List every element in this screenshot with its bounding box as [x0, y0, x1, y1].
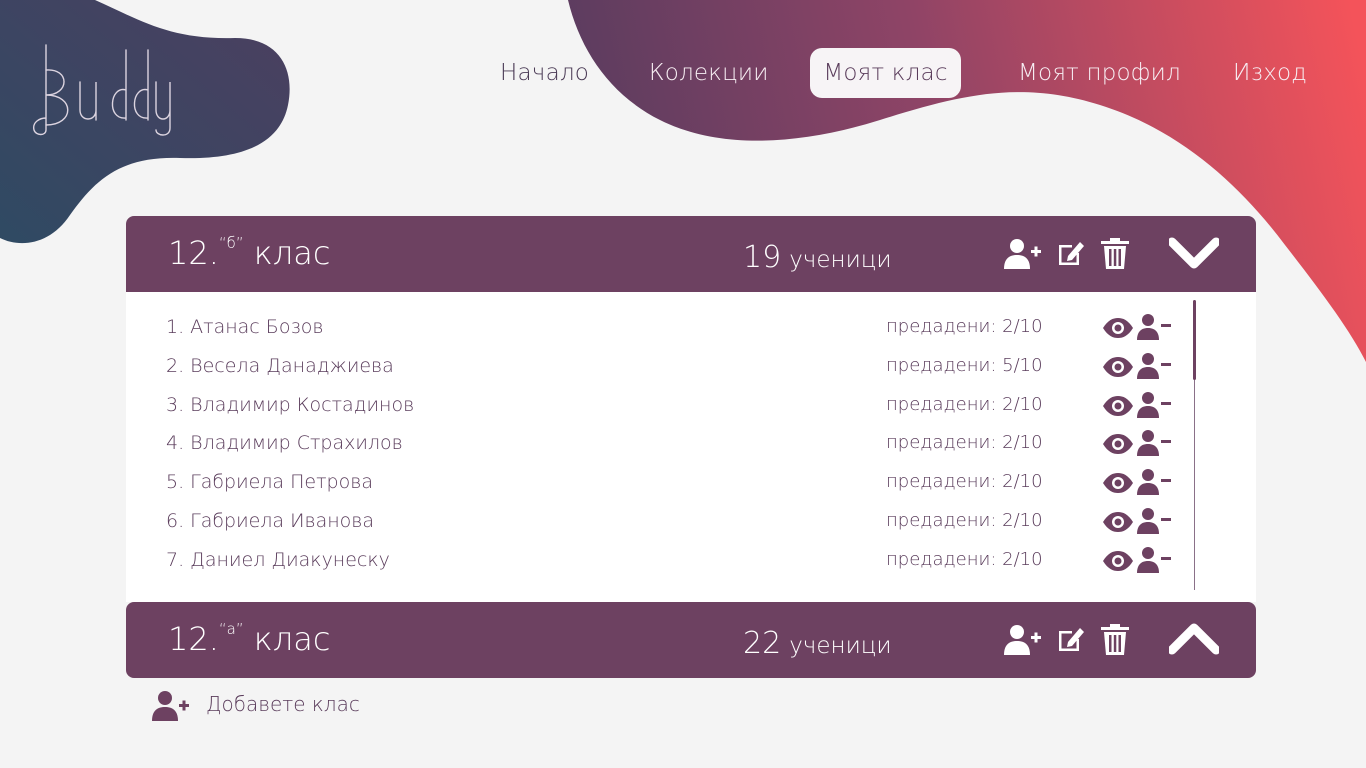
- eye-icon[interactable]: [1102, 317, 1134, 343]
- student-submitted: предадени: 2/10: [886, 432, 1043, 454]
- nav-exit[interactable]: Изход: [1233, 48, 1307, 98]
- student-count-number: 22: [743, 626, 782, 661]
- student-submitted: предадени: 2/10: [886, 316, 1043, 337]
- class-title-prefix: 12.: [168, 620, 219, 658]
- nav-home[interactable]: Начало: [500, 48, 589, 98]
- student-row: 4. Владимир Страхилов предадени: 2/10: [126, 426, 1256, 462]
- student-name: 1. Атанас Бозов: [166, 316, 324, 338]
- student-row: 7. Даниел Диакунеску предадени: 2/10: [126, 543, 1256, 579]
- eye-icon[interactable]: [1102, 433, 1134, 459]
- nav-my-profile[interactable]: Моят профил: [1018, 48, 1181, 98]
- student-submitted: предадени: 2/10: [886, 393, 1043, 415]
- chevron-down-icon[interactable]: [1169, 236, 1219, 270]
- class-header[interactable]: 12.“б” клас 19 ученици: [126, 216, 1256, 292]
- student-row: 1. Атанас Бозов предадени: 2/10: [126, 310, 1256, 346]
- user-minus-icon[interactable]: [1137, 313, 1171, 345]
- student-row: 5. Габриела Петрова предадени: 2/10: [126, 465, 1256, 501]
- main-navigation: Начало Колекции Моят клас Моят профил Из…: [0, 48, 1366, 100]
- edit-icon[interactable]: [1056, 238, 1086, 268]
- student-name: 4. Владимир Страхилов: [166, 432, 403, 455]
- user-minus-icon[interactable]: [1137, 352, 1171, 384]
- nav-my-class[interactable]: Моят клас: [810, 48, 961, 98]
- class-title: 12.“б” клас: [168, 234, 330, 272]
- eye-icon[interactable]: [1102, 356, 1134, 382]
- eye-icon[interactable]: [1102, 395, 1134, 421]
- eye-icon[interactable]: [1102, 472, 1134, 498]
- student-name: 6. Габриела Иванова: [166, 510, 375, 532]
- eye-icon[interactable]: [1102, 550, 1134, 576]
- student-count-number: 19: [743, 240, 782, 275]
- edit-icon[interactable]: [1056, 624, 1086, 654]
- student-name: 3. Владимир Костадинов: [166, 393, 415, 416]
- student-row: 6. Габриела Иванова предадени: 2/10: [126, 504, 1256, 540]
- nav-collections[interactable]: Колекции: [649, 48, 769, 98]
- student-name: 7. Даниел Диакунеску: [166, 548, 390, 571]
- add-class-label: Добавете клас: [206, 692, 360, 716]
- class-panel: 12.“б” клас 19 ученици 1. Атанас Бозов пре…: [126, 216, 1256, 602]
- user-plus-icon: [152, 690, 190, 726]
- student-submitted: предадени: 2/10: [886, 548, 1043, 570]
- class-title: 12.“а” клас: [168, 620, 330, 658]
- class-title-letter: “а”: [218, 620, 244, 639]
- student-count: 19 ученици: [743, 240, 892, 275]
- trash-icon[interactable]: [1101, 624, 1129, 656]
- student-row: 2. Весела Данаджиева предадени: 5/10: [126, 349, 1256, 385]
- scrollbar-thumb[interactable]: [1193, 300, 1196, 380]
- class-title-suffix: клас: [253, 234, 331, 272]
- student-count-label: ученици: [789, 247, 892, 273]
- user-minus-icon[interactable]: [1137, 507, 1171, 539]
- student-name: 5. Габриела Петрова: [166, 471, 373, 494]
- class-title-suffix: клас: [253, 620, 331, 658]
- eye-icon[interactable]: [1102, 511, 1134, 537]
- trash-icon[interactable]: [1101, 238, 1129, 270]
- user-minus-icon[interactable]: [1137, 429, 1171, 461]
- class-header[interactable]: 12.“а” клас 22 ученици: [126, 602, 1256, 678]
- student-submitted: предадени: 5/10: [886, 354, 1043, 376]
- student-name: 2. Весела Данаджиева: [166, 354, 394, 377]
- class-title-letter: “б”: [218, 234, 244, 253]
- student-row: 3. Владимир Костадинов предадени: 2/10: [126, 388, 1256, 424]
- add-student-icon[interactable]: [1004, 238, 1042, 270]
- class-title-prefix: 12.: [168, 234, 219, 272]
- student-count: 22 ученици: [743, 626, 892, 661]
- class-panel: 12.“а” клас 22 ученици: [126, 602, 1256, 678]
- user-minus-icon[interactable]: [1137, 468, 1171, 500]
- student-submitted: предадени: 2/10: [886, 510, 1043, 531]
- add-student-icon[interactable]: [1004, 624, 1042, 656]
- student-count-label: ученици: [789, 633, 892, 659]
- student-submitted: предадени: 2/10: [886, 471, 1043, 493]
- chevron-up-icon[interactable]: [1169, 622, 1219, 656]
- user-minus-icon[interactable]: [1137, 546, 1171, 578]
- user-minus-icon[interactable]: [1137, 391, 1171, 423]
- student-list: 1. Атанас Бозов предадени: 2/10 2. Весела …: [126, 292, 1256, 602]
